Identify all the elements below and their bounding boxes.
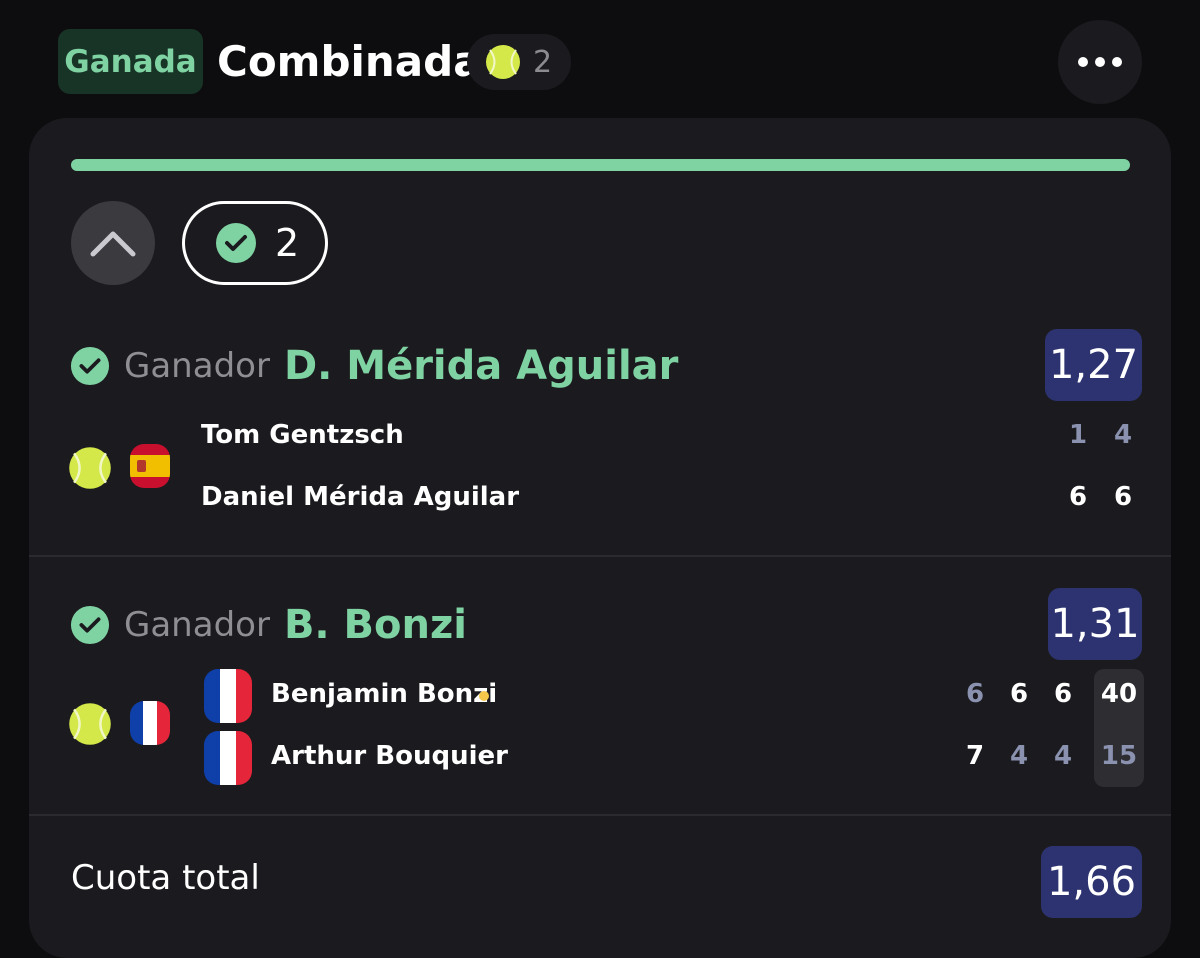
tennis-ball-icon [69,703,111,745]
france-flag-icon [204,731,252,785]
tennis-ball-icon [486,45,520,79]
total-odds-label: Cuota total [71,858,260,898]
player-name: Benjamin Bonzi [271,679,498,709]
flag-stripe [236,669,252,723]
flag-stripe [143,701,157,745]
flag-emblem [137,460,146,472]
market-label: Ganador [124,346,270,386]
chevron-up-icon [90,231,136,257]
set-score: 6 [1113,482,1133,512]
spain-flag-icon [130,444,170,488]
game-points: 15 [1100,741,1138,771]
france-flag-icon [204,669,252,723]
selection-2-header: Ganador B. Bonzi [70,597,467,653]
tennis-ball-icon [69,447,111,489]
flag-stripe [130,701,144,745]
flag-stripe [204,731,220,785]
game-points: 40 [1100,679,1138,709]
set-score: 6 [1009,679,1029,709]
set-score: 7 [965,741,985,771]
more-horizontal-icon [1078,57,1088,67]
selection-1-header: Ganador D. Mérida Aguilar [70,338,678,394]
flag-stripe [220,731,236,785]
flag-stripe [236,731,252,785]
bet-progress-bar [71,159,1130,171]
player-name: Tom Gentzsch [201,420,404,450]
set-score: 4 [1009,741,1029,771]
status-label: Ganada [64,43,197,80]
serving-indicator-icon [479,691,489,701]
check-circle-icon [70,346,110,386]
divider [29,555,1171,557]
flag-stripe [204,669,220,723]
set-score: 4 [1053,741,1073,771]
divider [29,814,1171,816]
set-score: 1 [1068,420,1088,450]
flag-stripe [220,669,236,723]
total-odds-value: 1,66 [1041,846,1142,918]
sport-count-pill: 2 [467,34,571,90]
won-selections-chip[interactable]: 2 [182,201,328,285]
selection-odds[interactable]: 1,31 [1048,588,1142,660]
pick-label: D. Mérida Aguilar [283,343,679,389]
check-circle-icon [216,223,256,263]
set-score: 4 [1113,420,1133,450]
selection-odds[interactable]: 1,27 [1045,329,1142,401]
check-circle-icon [70,605,110,645]
more-dot [1095,57,1105,67]
more-options-button[interactable] [1058,20,1142,104]
collapse-button[interactable] [71,201,155,285]
france-flag-icon [130,701,170,745]
pick-label: B. Bonzi [283,602,467,648]
set-score: 6 [1053,679,1073,709]
set-score: 6 [1068,482,1088,512]
set-score: 6 [965,679,985,709]
player-name: Daniel Mérida Aguilar [201,482,520,512]
flag-stripe [130,444,170,455]
selection-count: 2 [533,44,553,80]
won-count: 2 [275,221,300,265]
status-badge-won: Ganada [58,29,203,94]
market-label: Ganador [124,605,270,645]
flag-stripe [130,455,170,477]
player-name: Arthur Bouquier [271,741,508,771]
more-dot [1112,57,1122,67]
bet-title: Combinada [217,37,482,86]
